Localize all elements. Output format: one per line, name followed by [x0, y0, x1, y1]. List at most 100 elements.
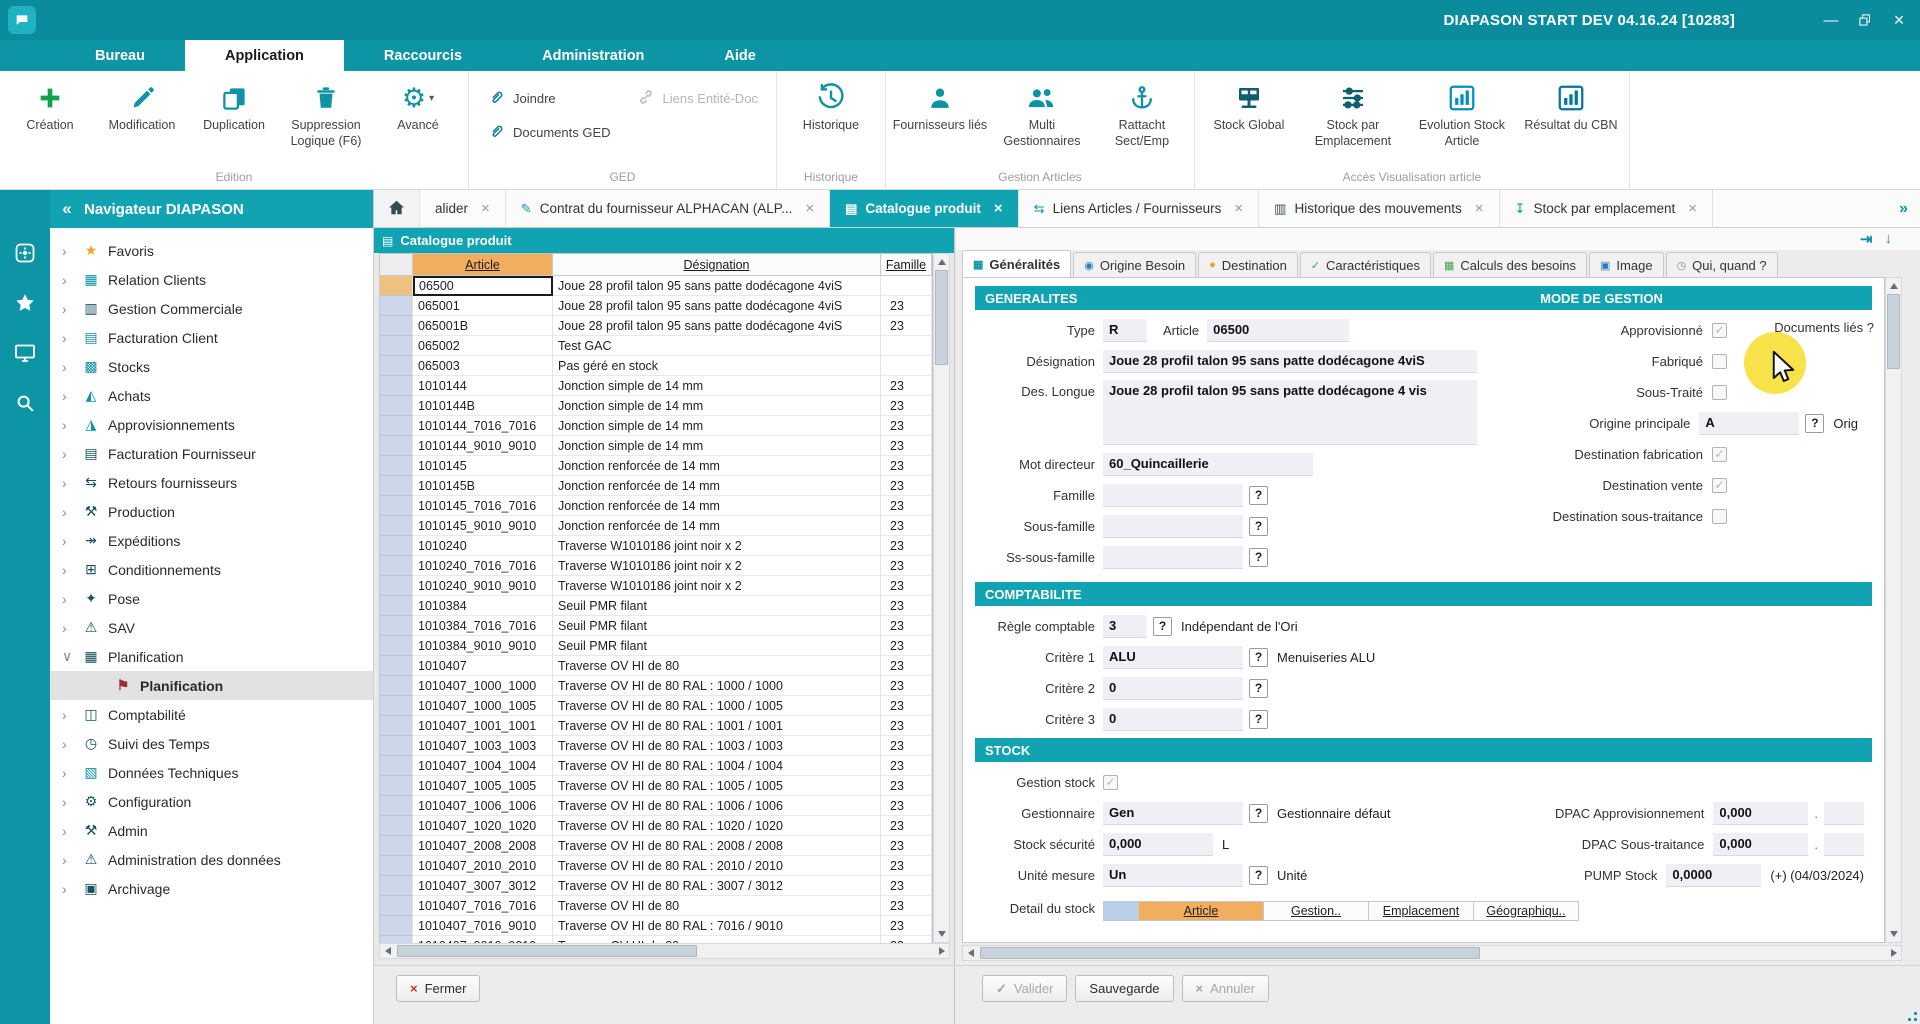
fournisseurs-lies-button[interactable]: Fournisseurs liés	[890, 73, 990, 134]
cell-article[interactable]: 065001	[413, 296, 553, 316]
row-selector[interactable]	[380, 536, 413, 556]
vertical-scrollbar[interactable]	[1885, 277, 1902, 943]
row-selector[interactable]	[380, 436, 413, 456]
cell-famille[interactable]: 23	[881, 516, 932, 536]
row-selector[interactable]	[380, 456, 413, 476]
cell-article[interactable]: 1010407_1003_1003	[413, 736, 553, 756]
detail-tab[interactable]: ✓ Caractéristiques	[1300, 252, 1431, 277]
scroll-down-icon[interactable]	[934, 926, 949, 942]
cell-article[interactable]: 1010407_2010_2010	[413, 856, 553, 876]
detail-tab[interactable]: ▦ Généralités	[962, 250, 1071, 277]
historique-button[interactable]: Historique	[781, 73, 881, 134]
table-row[interactable]: 065003 Pas géré en stock	[380, 356, 932, 376]
critere2-field[interactable]: 0	[1103, 677, 1243, 700]
tab-close-icon[interactable]: ×	[481, 200, 490, 217]
cell-famille[interactable]: 23	[881, 296, 932, 316]
scrollbar-thumb[interactable]	[980, 947, 1480, 959]
row-selector[interactable]	[380, 836, 413, 856]
tab-close-icon[interactable]: ×	[994, 200, 1003, 217]
table-row[interactable]: 1010240_9010_9010 Traverse W1010186 join…	[380, 576, 932, 596]
joindre-button[interactable]: Joindre	[487, 88, 611, 109]
dpac-approvisionnement-field[interactable]: 0,000	[1713, 802, 1808, 825]
cell-famille[interactable]: 23	[881, 396, 932, 416]
sidebar-item[interactable]: › ▣ Archivage	[50, 874, 373, 903]
famille-lookup-button[interactable]: ?	[1249, 486, 1268, 505]
documents-lies-label[interactable]: Documents liés ?	[1774, 320, 1874, 335]
famille-field[interactable]	[1103, 484, 1243, 507]
table-row[interactable]: 1010407 Traverse OV HI de 80 23	[380, 656, 932, 676]
cell-famille[interactable]: 23	[881, 856, 932, 876]
search-icon[interactable]	[0, 380, 50, 426]
row-selector[interactable]	[380, 856, 413, 876]
cell-famille[interactable]: 23	[881, 636, 932, 656]
stock-global-button[interactable]: Stock Global	[1199, 73, 1299, 134]
detail-tab[interactable]: ▣ Image	[1589, 252, 1664, 277]
critere1-lookup-button[interactable]: ?	[1249, 648, 1268, 667]
cell-designation[interactable]: Jonction renforcée de 14 mm	[553, 516, 881, 536]
download-icon[interactable]: ↓	[1885, 230, 1893, 248]
menu-item[interactable]: Administration	[502, 40, 684, 71]
table-row[interactable]: 1010144B Jonction simple de 14 mm 23	[380, 396, 932, 416]
sidebar-item[interactable]: › ⚒ Production	[50, 497, 373, 526]
scroll-up-icon[interactable]	[934, 254, 949, 270]
table-row[interactable]: 1010407_2008_2008 Traverse OV HI de 80 R…	[380, 836, 932, 856]
scroll-right-icon[interactable]	[1886, 945, 1901, 961]
row-selector[interactable]	[380, 656, 413, 676]
chevron-icon[interactable]: ›	[62, 533, 79, 549]
mot-directeur-field[interactable]: 60_Quincaillerie	[1103, 453, 1313, 476]
table-row[interactable]: 1010407_1020_1020 Traverse OV HI de 80 R…	[380, 816, 932, 836]
row-selector[interactable]	[380, 716, 413, 736]
menu-item[interactable]: Application	[185, 40, 344, 71]
cell-article[interactable]: 1010145B	[413, 476, 553, 496]
cell-article[interactable]: 1010145	[413, 456, 553, 476]
table-row[interactable]: 1010240 Traverse W1010186 joint noir x 2…	[380, 536, 932, 556]
chevron-icon[interactable]: ›	[62, 359, 79, 375]
cell-famille[interactable]	[881, 336, 932, 356]
tab-close-icon[interactable]: ×	[1234, 200, 1243, 217]
favorites-star-icon[interactable]	[0, 280, 50, 326]
sidebar-item[interactable]: › ◷ Suivi des Temps	[50, 729, 373, 758]
sidebar-item[interactable]: › ↠ Expéditions	[50, 526, 373, 555]
table-row[interactable]: 1010384 Seuil PMR filant 23	[380, 596, 932, 616]
chevron-icon[interactable]: ›	[62, 707, 79, 723]
row-selector[interactable]	[380, 876, 413, 896]
dpac-approvisionnement-extra-field[interactable]	[1824, 802, 1864, 825]
table-row[interactable]: 1010407_7016_7016 Traverse OV HI de 80 2…	[380, 896, 932, 916]
cell-designation[interactable]: Joue 28 profil talon 95 sans patte dodéc…	[553, 276, 881, 296]
row-selector[interactable]	[380, 756, 413, 776]
row-selector[interactable]	[380, 496, 413, 516]
table-row[interactable]: 1010407_3007_3012 Traverse OV HI de 80 R…	[380, 876, 932, 896]
creation-button[interactable]: Création	[4, 73, 96, 134]
des-longue-field[interactable]: Joue 28 profil talon 95 sans patte dodéc…	[1103, 380, 1477, 445]
maximize-button[interactable]	[1848, 5, 1882, 35]
detail-tab[interactable]: ◷ Qui, quand ?	[1666, 252, 1778, 277]
detail-tab[interactable]: ● Destination	[1198, 252, 1298, 277]
cell-designation[interactable]: Traverse W1010186 joint noir x 2	[553, 536, 881, 556]
sidebar-item[interactable]: › ⊞ Conditionnements	[50, 555, 373, 584]
table-row[interactable]: 065001B Joue 28 profil talon 95 sans pat…	[380, 316, 932, 336]
row-selector[interactable]	[380, 576, 413, 596]
table-row[interactable]: 1010384_9010_9010 Seuil PMR filant 23	[380, 636, 932, 656]
duplication-button[interactable]: Duplication	[188, 73, 280, 134]
menu-item[interactable]: Raccourcis	[344, 40, 502, 71]
cell-designation[interactable]: Traverse OV HI de 80 RAL : 1000 / 1000	[553, 676, 881, 696]
cell-designation[interactable]: Traverse W1010186 joint noir x 2	[553, 556, 881, 576]
cell-designation[interactable]: Traverse OV HI de 80 RAL : 7016 / 9010	[553, 916, 881, 936]
cell-famille[interactable]: 23	[881, 476, 932, 496]
cell-designation[interactable]: Joue 28 profil talon 95 sans patte dodéc…	[553, 296, 881, 316]
chevron-icon[interactable]: ›	[62, 765, 79, 781]
table-row[interactable]: 06500 Joue 28 profil talon 95 sans patte…	[380, 276, 932, 296]
table-row[interactable]: 1010407_1000_1000 Traverse OV HI de 80 R…	[380, 676, 932, 696]
row-selector[interactable]	[380, 896, 413, 916]
table-row[interactable]: 065002 Test GAC	[380, 336, 932, 356]
column-header-designation[interactable]: Désignation	[553, 254, 881, 276]
sidebar-item[interactable]: › ⚙ Configuration	[50, 787, 373, 816]
cell-article[interactable]: 1010384	[413, 596, 553, 616]
chevron-icon[interactable]: ›	[62, 823, 79, 839]
chevron-icon[interactable]: ›	[62, 243, 79, 259]
row-selector[interactable]	[380, 356, 413, 376]
sidebar-item[interactable]: › ⚒ Admin	[50, 816, 373, 845]
table-row[interactable]: 1010407_1004_1004 Traverse OV HI de 80 R…	[380, 756, 932, 776]
cell-designation[interactable]: Pas géré en stock	[553, 356, 881, 376]
column-header-famille[interactable]: Famille	[881, 254, 932, 276]
